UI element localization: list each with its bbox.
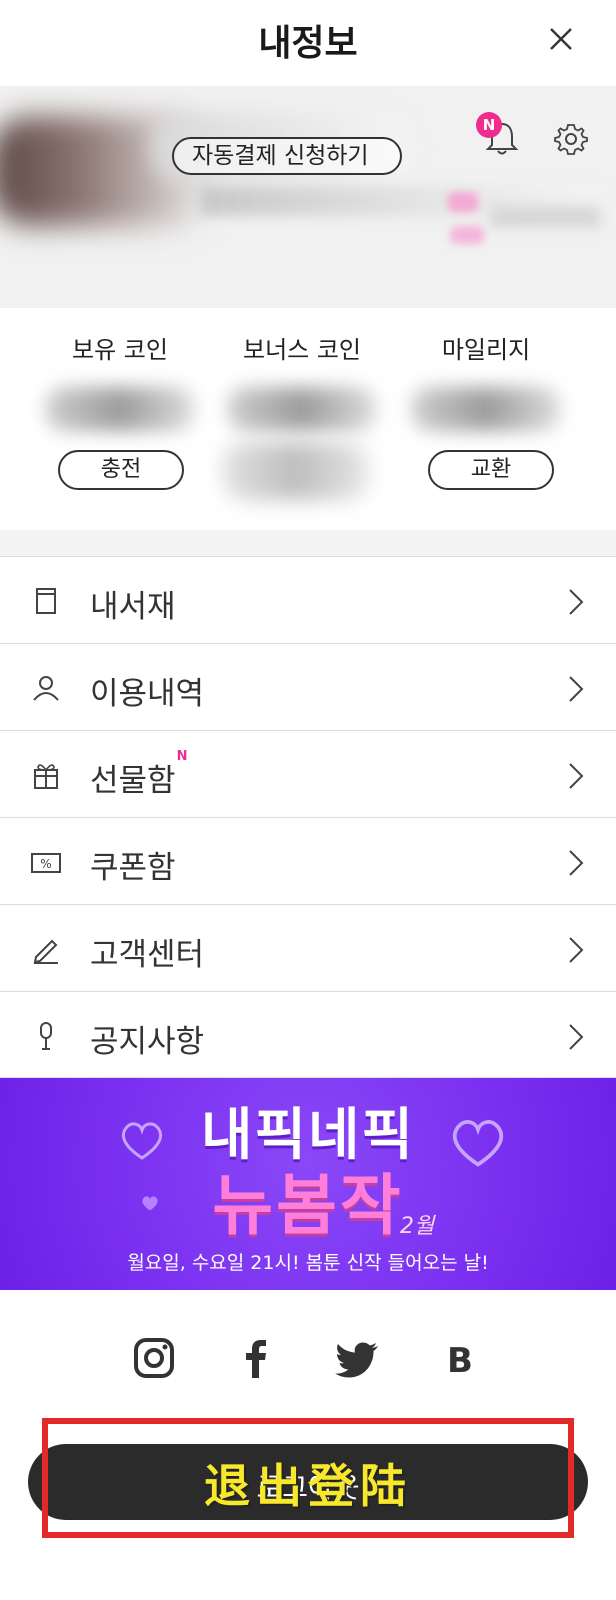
svg-text:B: B	[447, 1341, 473, 1381]
promo-subtitle: 월요일, 수요일 21시! 봄툰 신작 들어오는 날!	[127, 1252, 489, 1274]
menu-item-history[interactable]: 이용내역	[0, 643, 616, 730]
section-divider	[0, 530, 616, 556]
promo-banner[interactable]: 내픽네픽 뉴봄작 2월 월요일, 수요일 21시! 봄툰 신작 들어오는 날!	[0, 1078, 616, 1290]
autopay-button[interactable]: 자동결제 신청하기	[172, 137, 402, 175]
user-icon	[33, 676, 59, 701]
blurred-badge	[450, 226, 484, 244]
exchange-button[interactable]: 교환	[428, 450, 554, 490]
menu-item-label: 선물함N	[90, 749, 187, 800]
blurred-badge	[448, 192, 478, 212]
blurred-button	[222, 442, 370, 500]
promo-month: 2월	[400, 1214, 435, 1239]
microphone-icon	[40, 1022, 52, 1050]
blog-icon[interactable]: B	[436, 1334, 484, 1382]
blurred-info	[490, 206, 600, 228]
owned-coin: 보유 코인	[30, 330, 210, 431]
pencil-icon	[33, 939, 58, 964]
mileage-label: 마일리지	[441, 336, 531, 364]
menu-item-label: 내서재	[90, 589, 176, 625]
bonus-coin-label: 보너스 코인	[242, 336, 362, 364]
gift-icon	[34, 764, 58, 789]
charge-button[interactable]: 충전	[58, 450, 184, 490]
chevron-right-icon	[569, 937, 584, 963]
chevron-right-icon	[569, 676, 584, 702]
notification-badge: N	[476, 112, 502, 138]
coupon-icon: %	[31, 853, 61, 873]
twitter-icon[interactable]	[334, 1334, 382, 1382]
facebook-icon[interactable]	[232, 1334, 280, 1382]
owned-coin-label: 보유 코인	[72, 336, 168, 364]
book-icon	[36, 588, 56, 614]
menu-item-notice[interactable]: 공지사항	[0, 991, 616, 1078]
menu-item-label: 고객센터	[90, 937, 205, 973]
menu-item-label: 이용내역	[90, 676, 205, 712]
menu-item-library[interactable]: 내서재	[0, 556, 616, 643]
menu-item-label: 쿠폰함	[90, 850, 176, 886]
profile-banner	[0, 86, 616, 308]
chevron-right-icon	[569, 850, 584, 876]
social-links: B	[0, 1334, 616, 1394]
instagram-icon[interactable]	[130, 1334, 178, 1382]
close-icon[interactable]	[546, 24, 576, 54]
annotation-text: 退出登陆	[204, 1459, 412, 1513]
mileage: 마일리지	[396, 330, 576, 431]
menu-item-label: 공지사항	[90, 1024, 205, 1060]
gear-icon[interactable]	[554, 122, 588, 156]
blurred-value	[411, 387, 561, 431]
chevron-right-icon	[569, 589, 584, 615]
new-badge: N	[176, 749, 188, 764]
svg-text:%: %	[40, 857, 51, 871]
menu-item-support[interactable]: 고객센터	[0, 904, 616, 991]
header: 내정보	[0, 0, 616, 84]
blurred-value	[227, 387, 377, 431]
blurred-value	[45, 387, 195, 431]
page-title: 내정보	[258, 23, 358, 64]
chevron-right-icon	[569, 763, 584, 789]
menu-list: 내서재 이용내역 선물함N % 쿠폰함 고객센터 공지사항	[0, 556, 616, 1078]
chevron-right-icon	[569, 1024, 584, 1050]
promo-title: 뉴봄작	[212, 1167, 404, 1244]
menu-item-coupons[interactable]: % 쿠폰함	[0, 817, 616, 904]
menu-item-text: 선물함	[90, 763, 176, 799]
bonus-coin: 보너스 코인	[212, 330, 392, 431]
menu-item-giftbox[interactable]: 선물함N	[0, 730, 616, 817]
